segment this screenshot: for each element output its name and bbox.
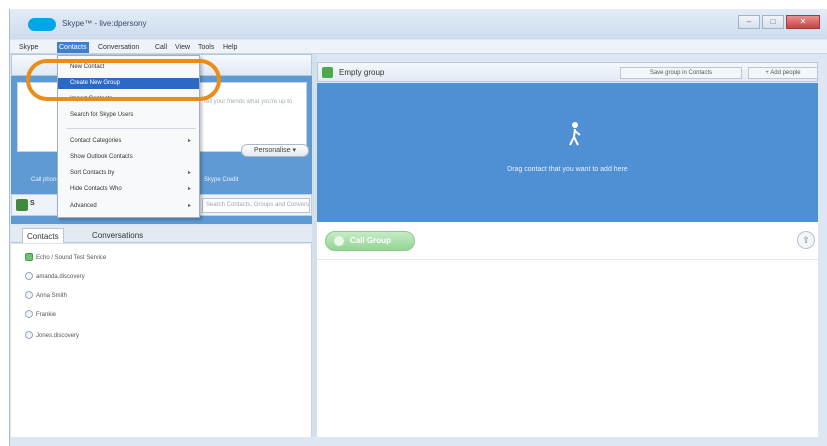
menu-separator <box>66 128 196 129</box>
status-offline-icon <box>25 291 33 300</box>
menu-item-show-outlook-contacts[interactable]: Show Outlook Contacts <box>58 152 199 163</box>
drop-zone[interactable]: Drag contact that you want to add here <box>317 83 818 222</box>
menu-help[interactable]: Help <box>221 42 239 53</box>
menu-conversation[interactable]: Conversation <box>96 42 141 53</box>
skype-logo-icon <box>28 18 56 31</box>
menu-tools[interactable]: Tools <box>196 42 216 53</box>
menu-item-contact-categories[interactable]: Contact Categories ▸ <box>58 136 199 147</box>
drop-hint: Drag contact that you want to add here <box>507 166 628 173</box>
contact-name: Jones.discovery <box>36 333 80 339</box>
submenu-arrow-icon: ▸ <box>187 186 191 192</box>
mood-message[interactable]: Tell your friends what you're up to <box>203 98 293 107</box>
menu-item-label: Advanced <box>70 203 97 209</box>
menu-item-sort-contacts-by[interactable]: Sort Contacts by ▸ <box>58 168 199 179</box>
submenu-arrow-icon: ▸ <box>187 138 191 144</box>
conversation-area: Call Group ⇧ <box>317 222 818 437</box>
drag-person-icon <box>569 122 581 146</box>
tab-contacts[interactable]: Contacts <box>22 228 64 243</box>
menu-contacts[interactable]: Contacts <box>57 42 89 53</box>
phone-icon <box>334 236 344 246</box>
window-title: Skype™ - live:dpersony <box>62 19 147 28</box>
contact-name: Frankie <box>36 312 57 318</box>
menu-item-hide-contacts-who[interactable]: Hide Contacts Who ▸ <box>58 184 199 195</box>
share-icon[interactable]: ⇧ <box>797 231 815 249</box>
contact-name: Echo / Sound Test Service <box>36 255 107 261</box>
status-offline-icon <box>25 310 33 319</box>
left-tabs: Contacts Conversations <box>11 226 312 243</box>
menu-item-label: Sort Contacts by <box>70 170 115 176</box>
menu-item-search-skype-users[interactable]: Search for Skype Users <box>58 110 199 121</box>
list-item[interactable]: amanda.discovery <box>25 271 85 283</box>
toolbar-label: S <box>30 200 35 207</box>
maximize-button[interactable]: □ <box>762 15 784 29</box>
call-group-button[interactable]: Call Group <box>325 231 415 251</box>
menu-view[interactable]: View <box>173 42 192 53</box>
status-offline-icon <box>25 272 33 281</box>
group-icon <box>322 67 333 78</box>
search-input[interactable]: Search Contacts, Groups and Conversation… <box>202 198 310 213</box>
call-group-label: Call Group <box>350 236 391 245</box>
menu-item-label: Hide Contacts Who <box>70 186 122 192</box>
submenu-arrow-icon: ▸ <box>187 203 191 209</box>
submenu-arrow-icon: ▸ <box>187 170 191 176</box>
contact-list: Echo / Sound Test Service amanda.discove… <box>11 244 312 437</box>
status-offline-icon <box>25 331 33 340</box>
list-item[interactable]: Echo / Sound Test Service <box>25 252 106 264</box>
skype-credit-link[interactable]: Skype Credit <box>204 177 238 183</box>
menu-item-advanced[interactable]: Advanced ▸ <box>58 201 199 212</box>
contact-name: Anna Smith <box>36 293 68 299</box>
group-title: Empty group <box>339 68 385 77</box>
contact-name: amanda.discovery <box>36 274 85 280</box>
save-group-button[interactable]: Save group in Contacts <box>620 67 742 79</box>
echo-service-icon <box>25 253 33 262</box>
menu-skype[interactable]: Skype <box>17 42 40 53</box>
divider <box>317 259 818 260</box>
title-bar: Skype™ - live:dpersony – □ ✕ <box>10 9 827 39</box>
menu-item-label: Search for Skype Users <box>70 112 134 118</box>
minimize-button[interactable]: – <box>738 15 760 29</box>
add-contact-icon[interactable] <box>16 199 28 211</box>
menu-call[interactable]: Call <box>153 42 169 53</box>
highlight-annotation <box>26 59 221 101</box>
list-item[interactable]: Jones.discovery <box>25 330 79 342</box>
close-button[interactable]: ✕ <box>786 15 820 29</box>
personalise-button[interactable]: Personalise ▾ <box>241 144 309 157</box>
menu-item-label: Show Outlook Contacts <box>70 154 133 160</box>
group-header: Empty group Save group in Contacts + Add… <box>317 62 818 82</box>
list-item[interactable]: Frankie <box>25 309 56 321</box>
add-people-button[interactable]: + Add people <box>748 67 818 79</box>
list-item[interactable]: Anna Smith <box>25 290 67 302</box>
menu-bar: Skype Contacts Conversation Call View To… <box>10 40 827 54</box>
menu-item-label: Contact Categories <box>70 138 122 144</box>
tab-conversations[interactable]: Conversations <box>88 228 147 243</box>
